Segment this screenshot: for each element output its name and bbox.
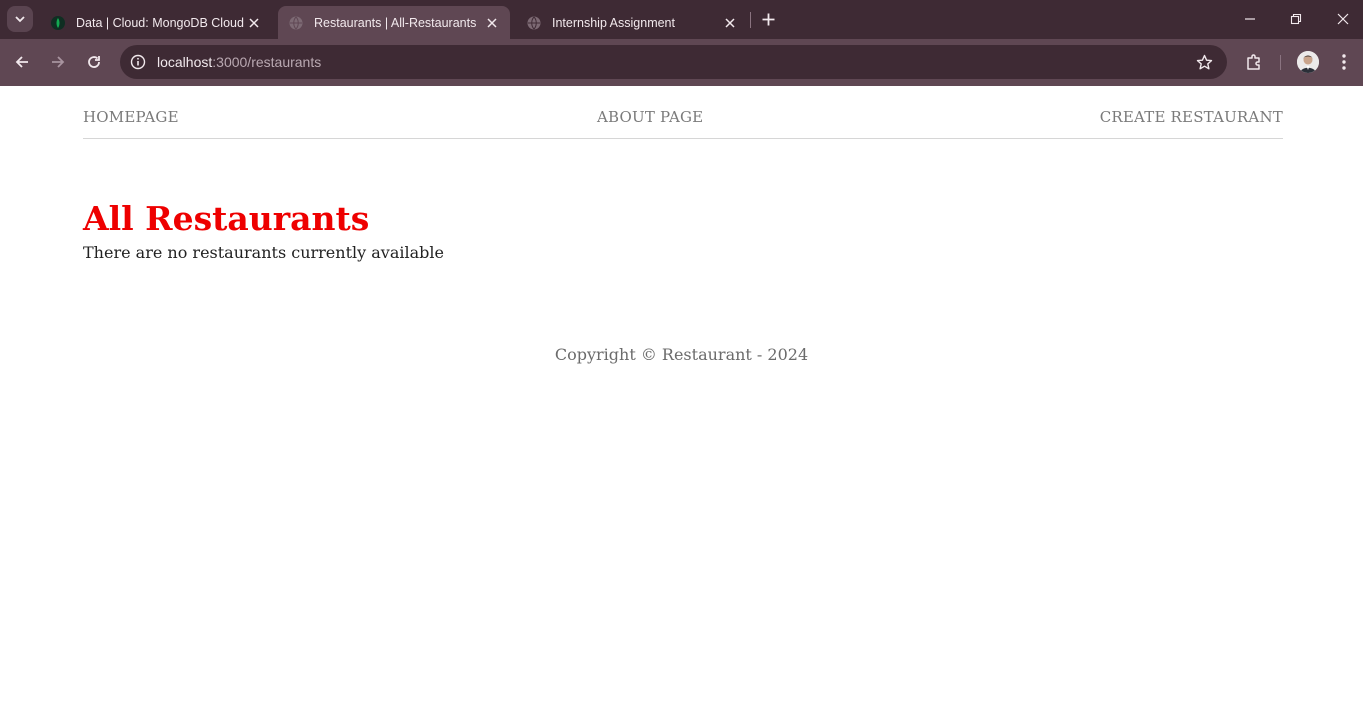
bookmark-star-icon[interactable] [1195, 53, 1213, 71]
browser-toolbar: localhost:3000/restaurants [0, 39, 1363, 86]
nav-link-homepage[interactable]: HOMEPAGE [83, 108, 179, 126]
tab-title: Internship Assignment [552, 15, 675, 30]
site-info-icon[interactable] [129, 53, 147, 71]
site-navbar: HOMEPAGE ABOUT PAGE CREATE RESTAURANT [83, 86, 1283, 139]
profile-avatar[interactable] [1297, 51, 1319, 73]
tab-title: Restaurants | All-Restaurants [314, 15, 477, 30]
close-icon[interactable] [246, 15, 262, 31]
tab-title: Data | Cloud: MongoDB Cloud [76, 15, 244, 30]
browser-tab-strip: Data | Cloud: MongoDB Cloud Restaurants … [0, 0, 1363, 39]
empty-state-message: There are no restaurants currently avail… [83, 243, 444, 262]
back-button[interactable] [11, 51, 33, 73]
tab-divider [750, 12, 751, 28]
footer-copyright: Copyright © Restaurant - 2024 [554, 345, 809, 364]
url-text: localhost:3000/restaurants [157, 54, 321, 70]
mongodb-leaf-icon [50, 15, 66, 31]
address-bar[interactable]: localhost:3000/restaurants [120, 45, 1227, 79]
reload-icon [88, 56, 100, 68]
tab-internship[interactable]: Internship Assignment [516, 6, 748, 39]
globe-icon [288, 15, 304, 31]
profile-picture-icon [1297, 51, 1319, 73]
url-host: localhost [157, 54, 213, 70]
menu-button[interactable] [1333, 51, 1355, 73]
restore-button[interactable] [1285, 8, 1307, 30]
minimize-button[interactable] [1239, 8, 1261, 30]
extensions-button[interactable] [1243, 51, 1265, 73]
arrow-right-icon [52, 56, 65, 68]
nav-link-about[interactable]: ABOUT PAGE [597, 108, 703, 126]
tab-search-button[interactable] [7, 6, 33, 32]
toolbar-separator [1280, 55, 1281, 70]
close-icon [1337, 13, 1349, 25]
web-page: HOMEPAGE ABOUT PAGE CREATE RESTAURANT Al… [0, 86, 1363, 714]
more-vert-icon [1342, 54, 1346, 70]
close-icon[interactable] [484, 15, 500, 31]
chevron-down-icon [15, 16, 25, 23]
forward-button[interactable] [47, 51, 69, 73]
nav-link-create-restaurant[interactable]: CREATE RESTAURANT [1100, 108, 1283, 126]
restore-icon [1290, 13, 1302, 25]
new-tab-button[interactable] [759, 10, 777, 28]
url-path: :3000/restaurants [212, 54, 322, 70]
reload-button[interactable] [83, 51, 105, 73]
minimize-icon [1245, 18, 1255, 20]
tab-restaurants[interactable]: Restaurants | All-Restaurants [278, 6, 510, 39]
page-title: All Restaurants [83, 199, 370, 238]
close-icon[interactable] [722, 15, 738, 31]
globe-icon [526, 15, 542, 31]
plus-icon [762, 13, 774, 25]
arrow-left-icon [15, 56, 28, 68]
tab-mongodb[interactable]: Data | Cloud: MongoDB Cloud [40, 6, 272, 39]
puzzle-icon [1247, 54, 1260, 70]
close-window-button[interactable] [1332, 8, 1354, 30]
